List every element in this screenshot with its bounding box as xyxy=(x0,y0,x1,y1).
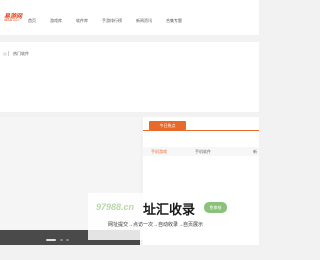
page: 易游网 99ddd.com 首页 游戏库 软件库 手游排行榜 新闻资讯 合集专题… xyxy=(0,0,259,260)
panel-tabs: 手机游戏 手机软件 新 xyxy=(143,147,259,156)
tab-new[interactable]: 新 xyxy=(253,149,257,155)
today-hot-tag: 今日热点 xyxy=(149,121,186,130)
main-nav: 首页 游戏库 软件库 手游排行榜 新闻资讯 合集专题 xyxy=(28,18,196,24)
watermark-title: 址汇收录 xyxy=(143,202,196,217)
panel-accent-line xyxy=(143,130,259,131)
watermark-overlay: 97988.cn 址汇收录 免审核 网址提交→点访一次→自动收录→自页展示 xyxy=(88,193,259,240)
carousel-dot[interactable] xyxy=(66,239,69,241)
list-icon: ▤ xyxy=(3,51,7,56)
carousel-dot[interactable] xyxy=(46,239,56,241)
hot-software-section: ▤ 热门软件 xyxy=(0,42,259,112)
nav-home[interactable]: 首页 xyxy=(28,18,36,24)
nav-games[interactable]: 游戏库 xyxy=(50,18,62,24)
watermark-badge: 免审核 xyxy=(204,202,227,213)
nav-news[interactable]: 新闻资讯 xyxy=(136,18,152,24)
watermark-subtitle: 网址提交→点访一次→自动收录→自页展示 xyxy=(108,222,204,228)
logo-domain: 99ddd.com xyxy=(4,18,19,22)
site-logo[interactable]: 易游网 99ddd.com xyxy=(0,11,22,25)
tab-mobile-software[interactable]: 手机软件 xyxy=(195,149,211,155)
nav-rankings[interactable]: 手游排行榜 xyxy=(102,18,122,24)
section-divider xyxy=(8,51,9,56)
carousel-dot[interactable] xyxy=(60,239,63,241)
nav-software[interactable]: 软件库 xyxy=(76,18,88,24)
tab-mobile-games[interactable]: 手机游戏 xyxy=(151,149,167,155)
nav-collections[interactable]: 合集专题 xyxy=(166,18,182,24)
hot-software-title: 热门软件 xyxy=(13,51,29,56)
site-header: 易游网 99ddd.com 首页 游戏库 软件库 手游排行榜 新闻资讯 合集专题 xyxy=(0,0,259,35)
watermark-domain: 97988.cn xyxy=(96,202,135,212)
